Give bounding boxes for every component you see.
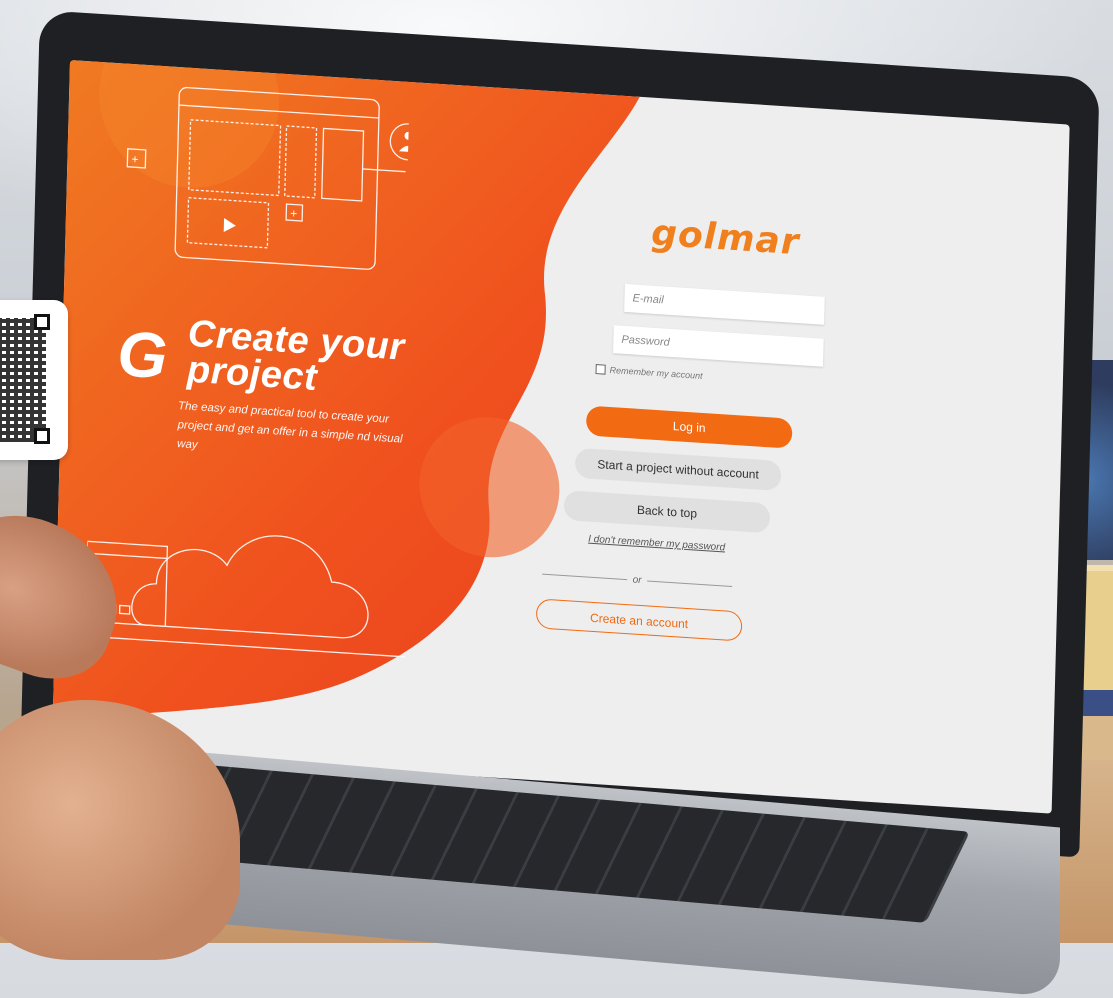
svg-text:+: +: [290, 206, 297, 220]
or-label: or: [632, 574, 642, 587]
laptop-screen: + + G Create your project The easy and p…: [51, 60, 1070, 814]
hero-title: Create your project: [186, 312, 406, 400]
hero-panel: + + G Create your project The easy and p…: [52, 60, 1070, 814]
qr-code-icon: [0, 318, 46, 442]
remember-checkbox[interactable]: [595, 364, 606, 375]
cloud-illustration: [84, 535, 405, 658]
hero-illustration: + +: [126, 86, 410, 270]
qr-code-badge: [0, 300, 68, 460]
svg-text:+: +: [131, 152, 138, 166]
brand-mark-icon: G: [116, 317, 169, 393]
